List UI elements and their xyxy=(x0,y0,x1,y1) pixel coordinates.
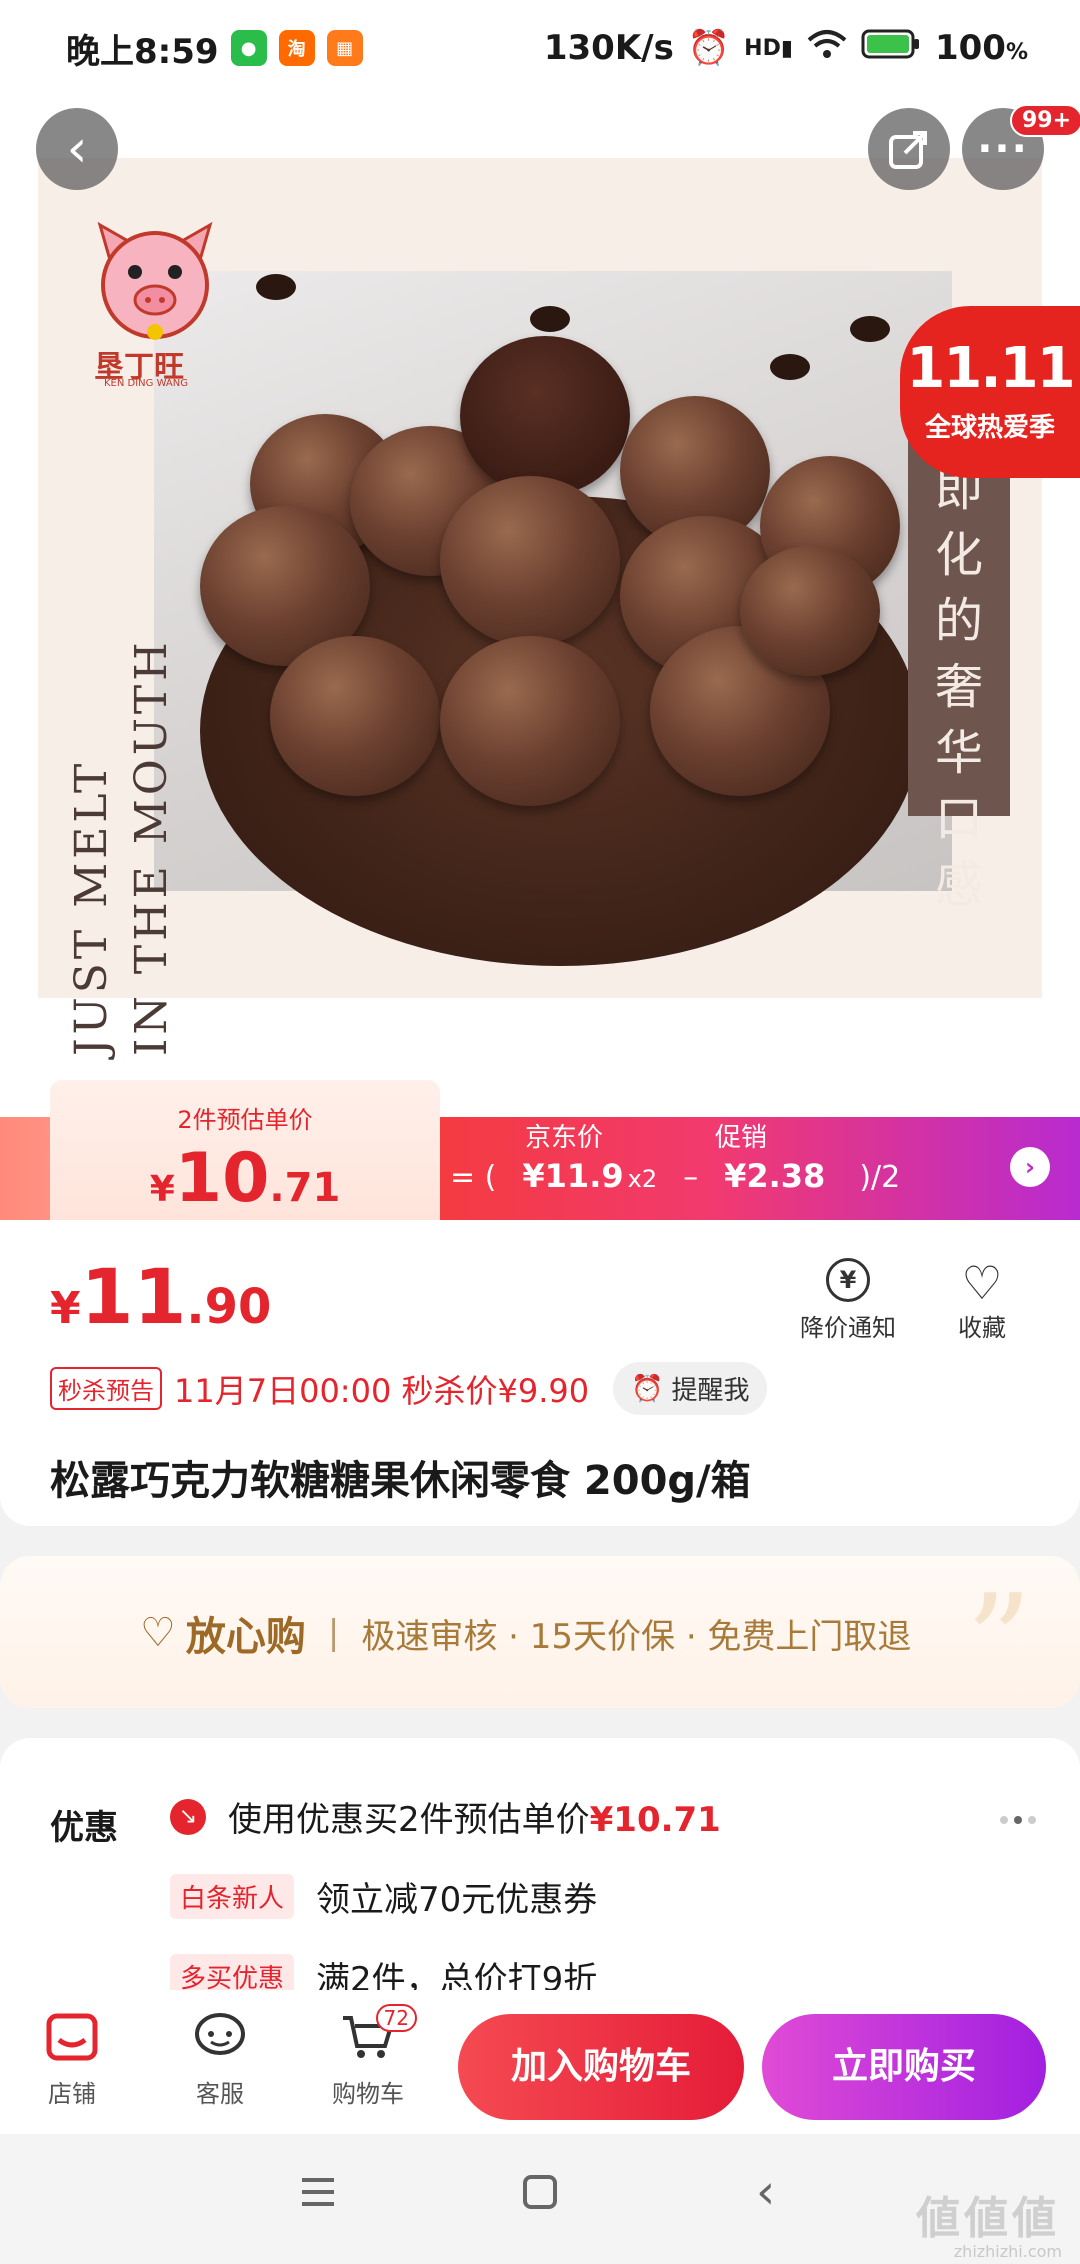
price-alert-button[interactable]: ¥ 降价通知 xyxy=(800,1258,896,1343)
back-nav-icon[interactable]: ‹ xyxy=(756,2168,775,2216)
cart-icon: 72 xyxy=(341,2004,417,2062)
wifi-icon xyxy=(807,28,847,69)
price-breakdown-banner[interactable]: 京东价 促销 = ( ¥11.9 x2 – ¥2.38 )/2 › 2件预估单价… xyxy=(0,1072,1080,1220)
truffle xyxy=(270,636,440,796)
quote-mark-icon: ” xyxy=(965,1566,1032,1718)
taobao-icon: 淘 xyxy=(278,30,315,66)
status-bar: 晚上8:59 ● 淘 ▦ 130K/s ⏰ HD▮ 100% xyxy=(0,0,1080,96)
truffle-cut xyxy=(460,336,630,496)
truffle xyxy=(440,476,620,646)
favorite-button[interactable]: ♡ 收藏 xyxy=(958,1258,1006,1343)
alarm-clock-icon: ⏰ xyxy=(631,1373,664,1404)
flash-sale-preview: 秒杀预告 11月7日00:00 秒杀价¥9.90 ⏰ 提醒我 xyxy=(50,1362,768,1415)
watermark: 値値値 xyxy=(916,2193,1060,2244)
brand-logo: 垦丁旺 KEN DING WANG xyxy=(90,220,220,390)
estimate-price: ¥10.71 xyxy=(149,1139,341,1218)
buy-now-button[interactable]: 立即购买 xyxy=(762,2014,1046,2120)
add-to-cart-button[interactable]: 加入购物车 xyxy=(458,2014,744,2120)
arrow-down-right-icon: ↘ xyxy=(170,1798,206,1835)
diamond-icon: ♡ xyxy=(140,1610,176,1656)
offer-row-estimate[interactable]: ↘ 使用优惠买2件预估单价¥10.71 xyxy=(170,1792,721,1841)
estimate-label: 2件预估单价 xyxy=(177,1106,313,1134)
product-info: ¥11.90 ¥ 降价通知 ♡ 收藏 秒杀预告 11月7日00:00 秒杀价¥9… xyxy=(0,1220,1080,1526)
shop-button[interactable]: 店铺 xyxy=(12,2012,132,2109)
shop-icon xyxy=(45,2012,99,2062)
double-eleven-badge: 11.11 全球热爱季 xyxy=(900,306,1080,478)
truffle xyxy=(740,546,880,676)
home-icon[interactable] xyxy=(522,2174,558,2214)
heart-icon: ♡ xyxy=(961,1256,1003,1310)
formula-row: = ( ¥11.9 x2 – ¥2.38 )/2 xyxy=(450,1157,901,1195)
alarm-icon: ⏰ xyxy=(687,28,731,68)
assurance-brand: 放心购 xyxy=(185,1614,306,1660)
more-dots-icon: ··· xyxy=(977,126,1029,172)
product-gallery[interactable]: JUST MELT IN THE MOUTH 即化的奢华口感 垦丁旺 KEN D… xyxy=(0,96,1080,1086)
share-icon xyxy=(889,131,927,169)
offer-row-baitiao[interactable]: 白条新人 领立减70元优惠券 xyxy=(170,1872,597,1921)
promo-label: 促销 xyxy=(715,1123,768,1153)
share-button[interactable] xyxy=(868,108,950,190)
current-price: ¥11.90 xyxy=(50,1252,272,1341)
signal-icon: HD▮ xyxy=(744,35,793,61)
menu-icon[interactable] xyxy=(300,2176,336,2212)
battery-icon xyxy=(861,28,921,69)
app-icon: ▦ xyxy=(326,30,363,66)
battery-level: 100% xyxy=(934,28,1028,68)
coffee-bean xyxy=(850,316,890,342)
flash-tag: 秒杀预告 xyxy=(50,1367,162,1410)
status-time: 晚上8:59 xyxy=(66,31,219,72)
offers-pager xyxy=(1000,1816,1036,1824)
estimate-card: 2件预估单价 ¥10.71 xyxy=(50,1080,440,1220)
back-button[interactable]: ‹ xyxy=(36,108,118,190)
offers-heading: 优惠 xyxy=(50,1808,118,1848)
flash-text: 11月7日00:00 秒杀价¥9.90 xyxy=(174,1371,590,1410)
truffle xyxy=(440,636,620,806)
coffee-bean xyxy=(770,354,810,380)
coffee-bean xyxy=(530,306,570,332)
watermark-site: zhizhizhi.com xyxy=(953,2242,1062,2261)
cart-count-badge: 72 xyxy=(375,2004,417,2032)
chevron-right-icon[interactable]: › xyxy=(1010,1147,1050,1187)
offer-chip: 白条新人 xyxy=(170,1874,295,1919)
more-badge: 99+ xyxy=(1010,104,1080,137)
slogan-english: JUST MELT IN THE MOUTH xyxy=(66,638,177,1056)
system-nav-bar: ‹ 値値値 zhizhizhi.com xyxy=(0,2134,1080,2264)
remind-button[interactable]: ⏰ 提醒我 xyxy=(613,1362,768,1415)
divider: | xyxy=(327,1613,340,1653)
service-button[interactable]: 客服 xyxy=(160,2012,280,2109)
assurance-items: 极速审核 · 15天价保 · 免费上门取退 xyxy=(361,1616,912,1657)
price-formula: 京东价 促销 = ( ¥11.9 x2 – ¥2.38 )/2 › xyxy=(410,1117,1080,1220)
offers-section[interactable]: 优惠 ↘ 使用优惠买2件预估单价¥10.71 白条新人 领立减70元优惠券 多买… xyxy=(0,1738,1080,2008)
chevron-left-icon: ‹ xyxy=(66,119,88,179)
network-speed: 130K/s xyxy=(543,28,674,68)
jd-price-label: 京东价 xyxy=(525,1123,604,1153)
cart-button[interactable]: 72 购物车 xyxy=(308,2004,428,2109)
product-title: 松露巧克力软糖糖果休闲零食 200g/箱 xyxy=(50,1458,751,1504)
bottom-action-bar: 店铺 客服 72 购物车 加入购物车 立即购买 xyxy=(0,1990,1080,2134)
wechat-icon: ● xyxy=(230,30,267,66)
assurance-banner[interactable]: ♡ 放心购 | 极速审核 · 15天价保 · 免费上门取退 ” xyxy=(0,1556,1080,1718)
coffee-bean xyxy=(256,274,296,300)
chat-icon xyxy=(193,2012,247,2062)
price-alert-icon: ¥ xyxy=(826,1258,870,1302)
